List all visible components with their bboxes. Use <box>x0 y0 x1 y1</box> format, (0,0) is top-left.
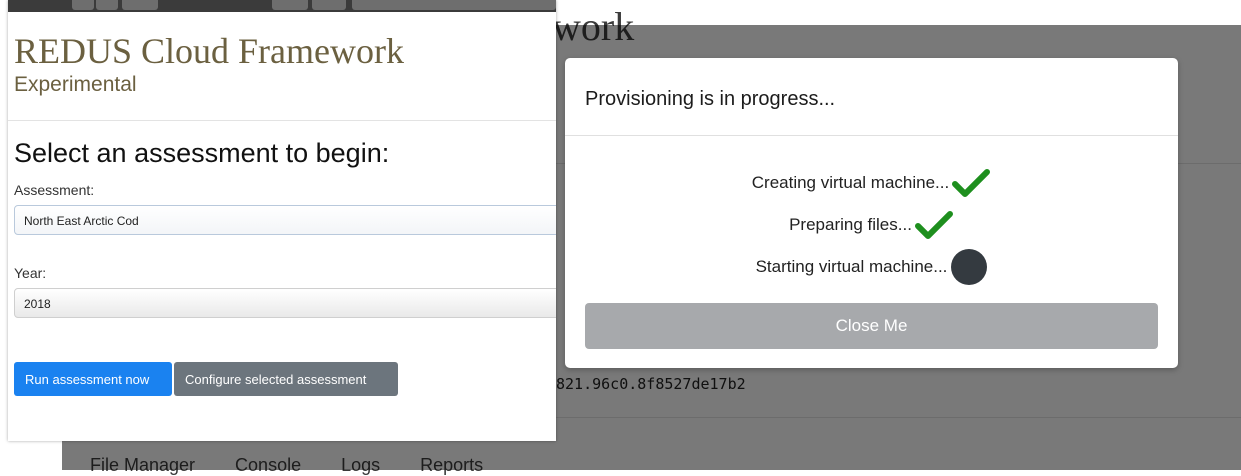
assessment-select[interactable]: North East Arctic Cod <box>14 205 556 235</box>
run-assessment-button[interactable]: Run assessment now <box>14 362 172 396</box>
page-heading: Select an assessment to begin: <box>14 138 390 168</box>
check-icon <box>914 211 953 239</box>
divider <box>8 120 556 121</box>
check-icon <box>952 169 991 197</box>
progress-dot-icon <box>951 249 988 285</box>
toolbar-button[interactable] <box>72 0 94 10</box>
assessment-label: Assessment: <box>14 182 95 198</box>
window-toolbar <box>8 0 556 12</box>
toolbar-button[interactable] <box>96 0 118 10</box>
step-creating-vm: Creating virtual machine... <box>565 166 1178 200</box>
step-label: Preparing files... <box>789 215 912 234</box>
toolbar-button[interactable] <box>272 0 308 10</box>
toolbar-button[interactable] <box>122 0 158 10</box>
app-window: REDUS Cloud Framework Experimental Selec… <box>8 0 556 441</box>
app-title: REDUS Cloud Framework <box>14 31 404 71</box>
step-label: Starting virtual machine... <box>755 257 948 276</box>
step-preparing-files: Preparing files... <box>565 208 1178 242</box>
provisioning-modal: Provisioning is in progress... Creating … <box>565 58 1178 368</box>
step-label: Creating virtual machine... <box>751 173 950 192</box>
year-label: Year: <box>14 265 47 281</box>
address-bar[interactable] <box>352 0 556 10</box>
toolbar-button[interactable] <box>312 0 346 10</box>
step-starting-vm: Starting virtual machine... <box>565 249 1178 285</box>
divider <box>565 135 1178 136</box>
modal-title: Provisioning is in progress... <box>585 88 836 110</box>
app-subtitle: Experimental <box>14 73 137 96</box>
configure-assessment-button[interactable]: Configure selected assessment <box>174 362 398 396</box>
year-select[interactable]: 2018 <box>14 288 556 318</box>
close-button[interactable]: Close Me <box>585 303 1158 349</box>
